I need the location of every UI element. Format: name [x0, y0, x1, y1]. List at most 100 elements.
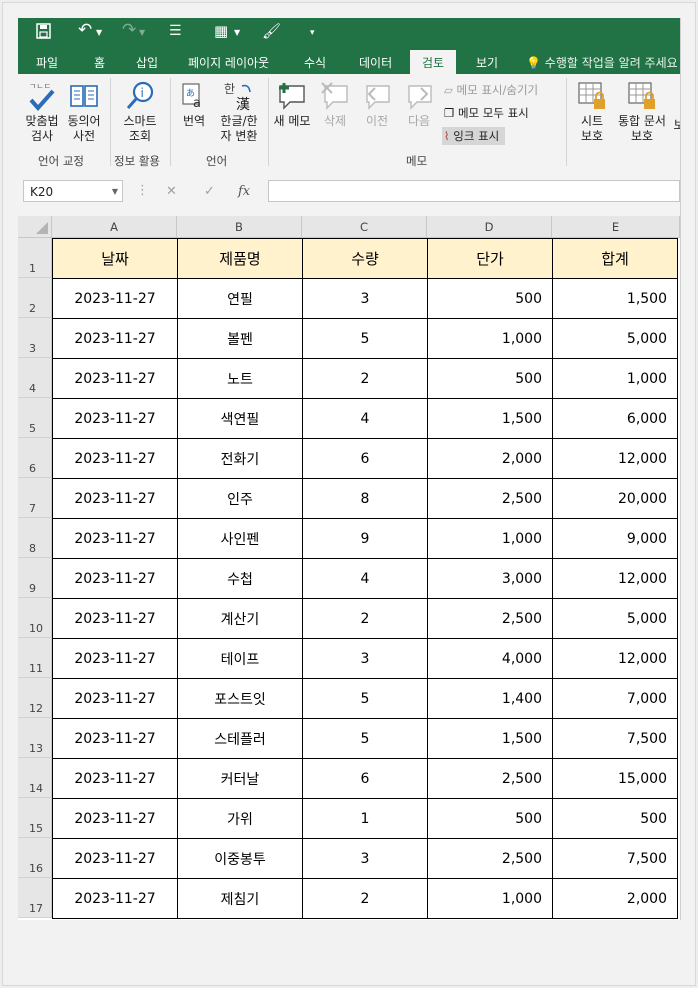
menu-icon[interactable]: ☰ [169, 23, 182, 39]
product-cell[interactable]: 색연필 [177, 398, 303, 439]
header-cell-product[interactable]: 제품명 [177, 238, 303, 279]
quantity-cell[interactable]: 2 [302, 878, 428, 919]
row-header[interactable]: 9 [18, 558, 52, 598]
insert-function-icon[interactable]: fx [238, 184, 250, 199]
unit-price-cell[interactable]: 3,000 [427, 558, 553, 599]
quantity-cell[interactable]: 5 [302, 718, 428, 759]
table-style-dropdown-icon[interactable]: ▼ [234, 28, 240, 37]
unit-price-cell[interactable]: 1,000 [427, 878, 553, 919]
quantity-cell[interactable]: 3 [302, 278, 428, 319]
date-cell[interactable]: 2023-11-27 [52, 638, 178, 679]
product-cell[interactable]: 노트 [177, 358, 303, 399]
product-cell[interactable]: 수첩 [177, 558, 303, 599]
total-cell[interactable]: 15,000 [552, 758, 678, 799]
product-cell[interactable]: 커터날 [177, 758, 303, 799]
row-header[interactable]: 4 [18, 358, 52, 398]
unit-price-cell[interactable]: 1,000 [427, 318, 553, 359]
name-box[interactable]: K20 ▼ [23, 180, 123, 202]
row-header[interactable]: 13 [18, 718, 52, 758]
date-cell[interactable]: 2023-11-27 [52, 438, 178, 479]
quantity-cell[interactable]: 2 [302, 598, 428, 639]
product-cell[interactable]: 사인펜 [177, 518, 303, 559]
row-header[interactable]: 14 [18, 758, 52, 798]
name-box-dropdown-icon[interactable]: ▼ [112, 181, 118, 203]
quantity-cell[interactable]: 2 [302, 358, 428, 399]
unit-price-cell[interactable]: 4,000 [427, 638, 553, 679]
product-cell[interactable]: 볼펜 [177, 318, 303, 359]
row-header[interactable]: 15 [18, 798, 52, 838]
unit-price-cell[interactable]: 2,500 [427, 838, 553, 879]
unit-price-cell[interactable]: 2,500 [427, 758, 553, 799]
row-header[interactable]: 7 [18, 478, 52, 518]
unit-price-cell[interactable]: 500 [427, 278, 553, 319]
save-icon[interactable] [36, 22, 52, 44]
unit-price-cell[interactable]: 1,500 [427, 718, 553, 759]
undo-dropdown-icon[interactable]: ▼ [96, 28, 102, 37]
header-cell-date[interactable]: 날짜 [52, 238, 178, 279]
header-cell-unit-price[interactable]: 단가 [427, 238, 553, 279]
quantity-cell[interactable]: 8 [302, 478, 428, 519]
date-cell[interactable]: 2023-11-27 [52, 278, 178, 319]
protect-shared-button[interactable]: 보 [672, 118, 680, 133]
unit-price-cell[interactable]: 1,500 [427, 398, 553, 439]
product-cell[interactable]: 인주 [177, 478, 303, 519]
date-cell[interactable]: 2023-11-27 [52, 838, 178, 879]
hangul-hanja-button[interactable]: 한漢 한글/한 자 변환 [216, 80, 262, 144]
header-cell-total[interactable]: 합계 [552, 238, 678, 279]
quantity-cell[interactable]: 5 [302, 318, 428, 359]
header-cell-quantity[interactable]: 수량 [302, 238, 428, 279]
date-cell[interactable]: 2023-11-27 [52, 718, 178, 759]
product-cell[interactable]: 전화기 [177, 438, 303, 479]
tab-file[interactable]: 파일 [36, 54, 58, 71]
product-cell[interactable]: 포스트잇 [177, 678, 303, 719]
protect-sheet-button[interactable]: 시트 보호 [572, 80, 612, 144]
row-header[interactable]: 10 [18, 598, 52, 638]
row-header[interactable]: 6 [18, 438, 52, 478]
tab-page-layout[interactable]: 페이지 레이아웃 [188, 54, 269, 71]
date-cell[interactable]: 2023-11-27 [52, 518, 178, 559]
quantity-cell[interactable]: 4 [302, 558, 428, 599]
total-cell[interactable]: 500 [552, 798, 678, 839]
unit-price-cell[interactable]: 2,500 [427, 598, 553, 639]
product-cell[interactable]: 제침기 [177, 878, 303, 919]
total-cell[interactable]: 1,500 [552, 278, 678, 319]
total-cell[interactable]: 1,000 [552, 358, 678, 399]
date-cell[interactable]: 2023-11-27 [52, 478, 178, 519]
date-cell[interactable]: 2023-11-27 [52, 318, 178, 359]
column-header-a[interactable]: A [52, 216, 177, 238]
quantity-cell[interactable]: 3 [302, 838, 428, 879]
unit-price-cell[interactable]: 1,000 [427, 518, 553, 559]
tab-data[interactable]: 데이터 [359, 54, 392, 71]
date-cell[interactable]: 2023-11-27 [52, 798, 178, 839]
row-header[interactable]: 12 [18, 678, 52, 718]
total-cell[interactable]: 6,000 [552, 398, 678, 439]
total-cell[interactable]: 12,000 [552, 638, 678, 679]
date-cell[interactable]: 2023-11-27 [52, 558, 178, 599]
customize-icon[interactable]: ▾ [310, 28, 315, 38]
date-cell[interactable]: 2023-11-27 [52, 678, 178, 719]
row-header[interactable]: 5 [18, 398, 52, 438]
column-header-e[interactable]: E [552, 216, 680, 238]
select-all-button[interactable] [18, 216, 52, 238]
tell-me-box[interactable]: 💡 수행할 작업을 알려 주세요 [526, 54, 678, 71]
product-cell[interactable]: 테이프 [177, 638, 303, 679]
quantity-cell[interactable]: 1 [302, 798, 428, 839]
product-cell[interactable]: 가위 [177, 798, 303, 839]
total-cell[interactable]: 7,000 [552, 678, 678, 719]
protect-workbook-button[interactable]: 통합 문서 보호 [614, 80, 670, 144]
undo-icon[interactable]: ↶ [78, 20, 92, 40]
total-cell[interactable]: 12,000 [552, 438, 678, 479]
show-all-comments-button[interactable]: ❐ 메모 모두 표시 [444, 105, 529, 121]
product-cell[interactable]: 스테플러 [177, 718, 303, 759]
unit-price-cell[interactable]: 500 [427, 358, 553, 399]
translate-button[interactable]: aあ 번역 [176, 80, 212, 129]
quantity-cell[interactable]: 3 [302, 638, 428, 679]
tab-review[interactable]: 검토 [410, 50, 457, 74]
row-header[interactable]: 11 [18, 638, 52, 678]
column-header-c[interactable]: C [302, 216, 427, 238]
date-cell[interactable]: 2023-11-27 [52, 598, 178, 639]
show-ink-button[interactable]: ⌇ 잉크 표시 [442, 127, 506, 145]
smart-lookup-button[interactable]: i 스마트 조회 [116, 80, 164, 144]
date-cell[interactable]: 2023-11-27 [52, 398, 178, 439]
product-cell[interactable]: 연필 [177, 278, 303, 319]
